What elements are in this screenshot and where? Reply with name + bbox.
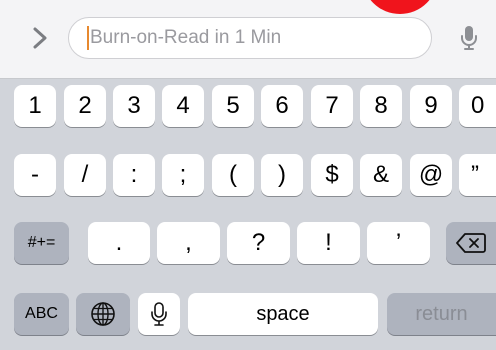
key-4[interactable]: 4 xyxy=(162,85,204,127)
key-2[interactable]: 2 xyxy=(64,85,106,127)
symbols-toggle-key[interactable]: #+= xyxy=(14,222,69,264)
key-open-paren[interactable]: ( xyxy=(212,154,254,196)
key-period[interactable]: . xyxy=(88,222,150,264)
key-7[interactable]: 7 xyxy=(311,85,353,127)
key-9[interactable]: 9 xyxy=(410,85,452,127)
text-cursor xyxy=(87,26,89,50)
key-colon[interactable]: : xyxy=(113,154,155,196)
globe-icon xyxy=(90,301,116,327)
key-hyphen[interactable]: - xyxy=(14,154,56,196)
key-dollar[interactable]: $ xyxy=(311,154,353,196)
key-1[interactable]: 1 xyxy=(14,85,56,127)
key-at[interactable]: @ xyxy=(410,154,452,196)
key-6[interactable]: 6 xyxy=(261,85,303,127)
key-8[interactable]: 8 xyxy=(360,85,402,127)
message-input-field[interactable] xyxy=(68,17,432,59)
return-key[interactable]: return xyxy=(387,293,496,335)
microphone-icon[interactable] xyxy=(455,22,483,54)
delete-key[interactable] xyxy=(446,222,496,264)
message-input[interactable] xyxy=(90,27,410,49)
microphone-icon xyxy=(150,301,168,327)
chevron-right-icon[interactable] xyxy=(26,20,54,56)
key-5[interactable]: 5 xyxy=(212,85,254,127)
key-ampersand[interactable]: & xyxy=(360,154,402,196)
key-close-paren[interactable]: ) xyxy=(261,154,303,196)
key-0[interactable]: 0 xyxy=(459,85,496,127)
key-question[interactable]: ? xyxy=(227,222,290,264)
record-button[interactable] xyxy=(362,0,438,14)
key-slash[interactable]: / xyxy=(64,154,106,196)
dictation-key[interactable] xyxy=(138,293,180,335)
key-semicolon[interactable]: ; xyxy=(162,154,204,196)
globe-key[interactable] xyxy=(76,293,130,335)
key-apostrophe[interactable]: ’ xyxy=(367,222,430,264)
delete-icon xyxy=(456,232,486,254)
space-key[interactable]: space xyxy=(188,293,378,335)
abc-key[interactable]: ABC xyxy=(14,293,69,335)
search-toolbar xyxy=(0,0,496,79)
key-3[interactable]: 3 xyxy=(113,85,155,127)
key-exclamation[interactable]: ! xyxy=(297,222,360,264)
key-quote[interactable]: ” xyxy=(459,154,496,196)
key-comma[interactable]: , xyxy=(157,222,220,264)
